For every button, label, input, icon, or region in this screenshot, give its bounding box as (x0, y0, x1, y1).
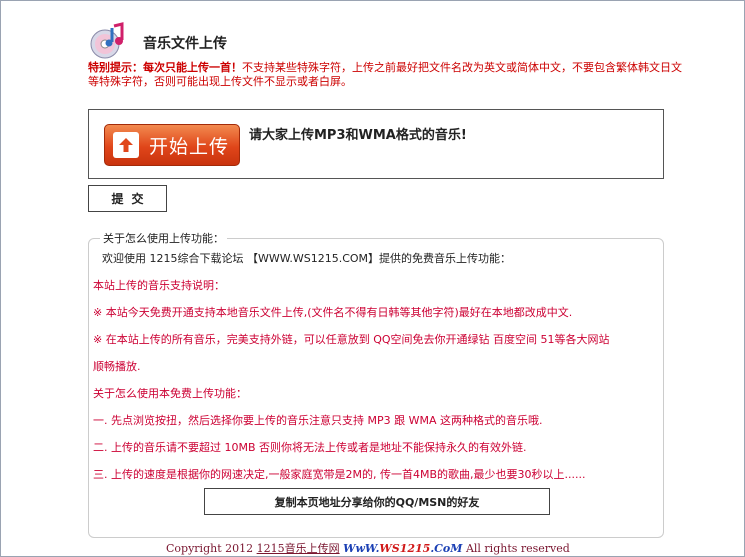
info-line-usage-1: 一. 先点浏览按扭，然后选择你要上传的音乐注意只支持 MP3 跟 WMA 这两种… (93, 414, 543, 427)
info-line-support-1: ※ 本站今天免费开通支持本地音乐文件上传,(文件名不得有日韩等其他字符)最好在本… (93, 306, 573, 319)
footer-link[interactable]: 1215音乐上传网 (257, 542, 340, 555)
info-line-support-2b: 顺畅播放. (93, 360, 141, 373)
footer: Copyright 2012 1215音乐上传网 WwW.WS1215.CoM … (166, 540, 570, 556)
notice-text: 特别提示：每次只能上传一首！不支持某些特殊字符，上传之前最好把文件名改为英文或简… (88, 61, 688, 89)
info-line-support-2: ※ 在本站上传的所有音乐，完美支持外链，可以任意放到 QQ空间免去你开通绿钻 百… (93, 333, 610, 346)
info-line-welcome: 欢迎使用 1215综合下载论坛 【WWW.WS1215.COM】提供的免费音乐上… (102, 252, 512, 265)
upload-arrow-icon (113, 132, 139, 158)
share-button[interactable]: 复制本页地址分享给你的QQ/MSN的好友 (204, 488, 550, 515)
page-title: 音乐文件上传 (143, 36, 227, 52)
footer-rights: All rights reserved (465, 542, 570, 555)
info-line-support-title: 本站上传的音乐支持说明： (93, 279, 225, 292)
start-upload-button[interactable]: 开始上传 (104, 124, 240, 166)
start-upload-label: 开始上传 (149, 135, 230, 158)
upload-panel: 开始上传 请大家上传MP3和WMA格式的音乐! (88, 109, 664, 179)
info-legend: 关于怎么使用上传功能： (100, 230, 227, 246)
footer-site: WwW.WS1215.CoM (343, 542, 463, 555)
submit-button[interactable]: 提交 (88, 185, 167, 212)
notice-prefix: 特别提示：每次只能上传一首！ (88, 61, 242, 74)
upload-hint: 请大家上传MP3和WMA格式的音乐! (249, 128, 467, 143)
info-line-usage-title: 关于怎么使用本免费上传功能： (93, 387, 247, 400)
music-cd-icon (90, 22, 124, 59)
info-line-usage-2: 二. 上传的音乐请不要超过 10MB 否则你将无法上传或者是地址不能保持永久的有… (93, 441, 527, 454)
footer-copyright: Copyright 2012 (166, 542, 254, 555)
info-line-usage-3: 三. 上传的速度是根据你的网速决定,一般家庭宽带是2M的, 传一首4MB的歌曲,… (93, 468, 586, 481)
